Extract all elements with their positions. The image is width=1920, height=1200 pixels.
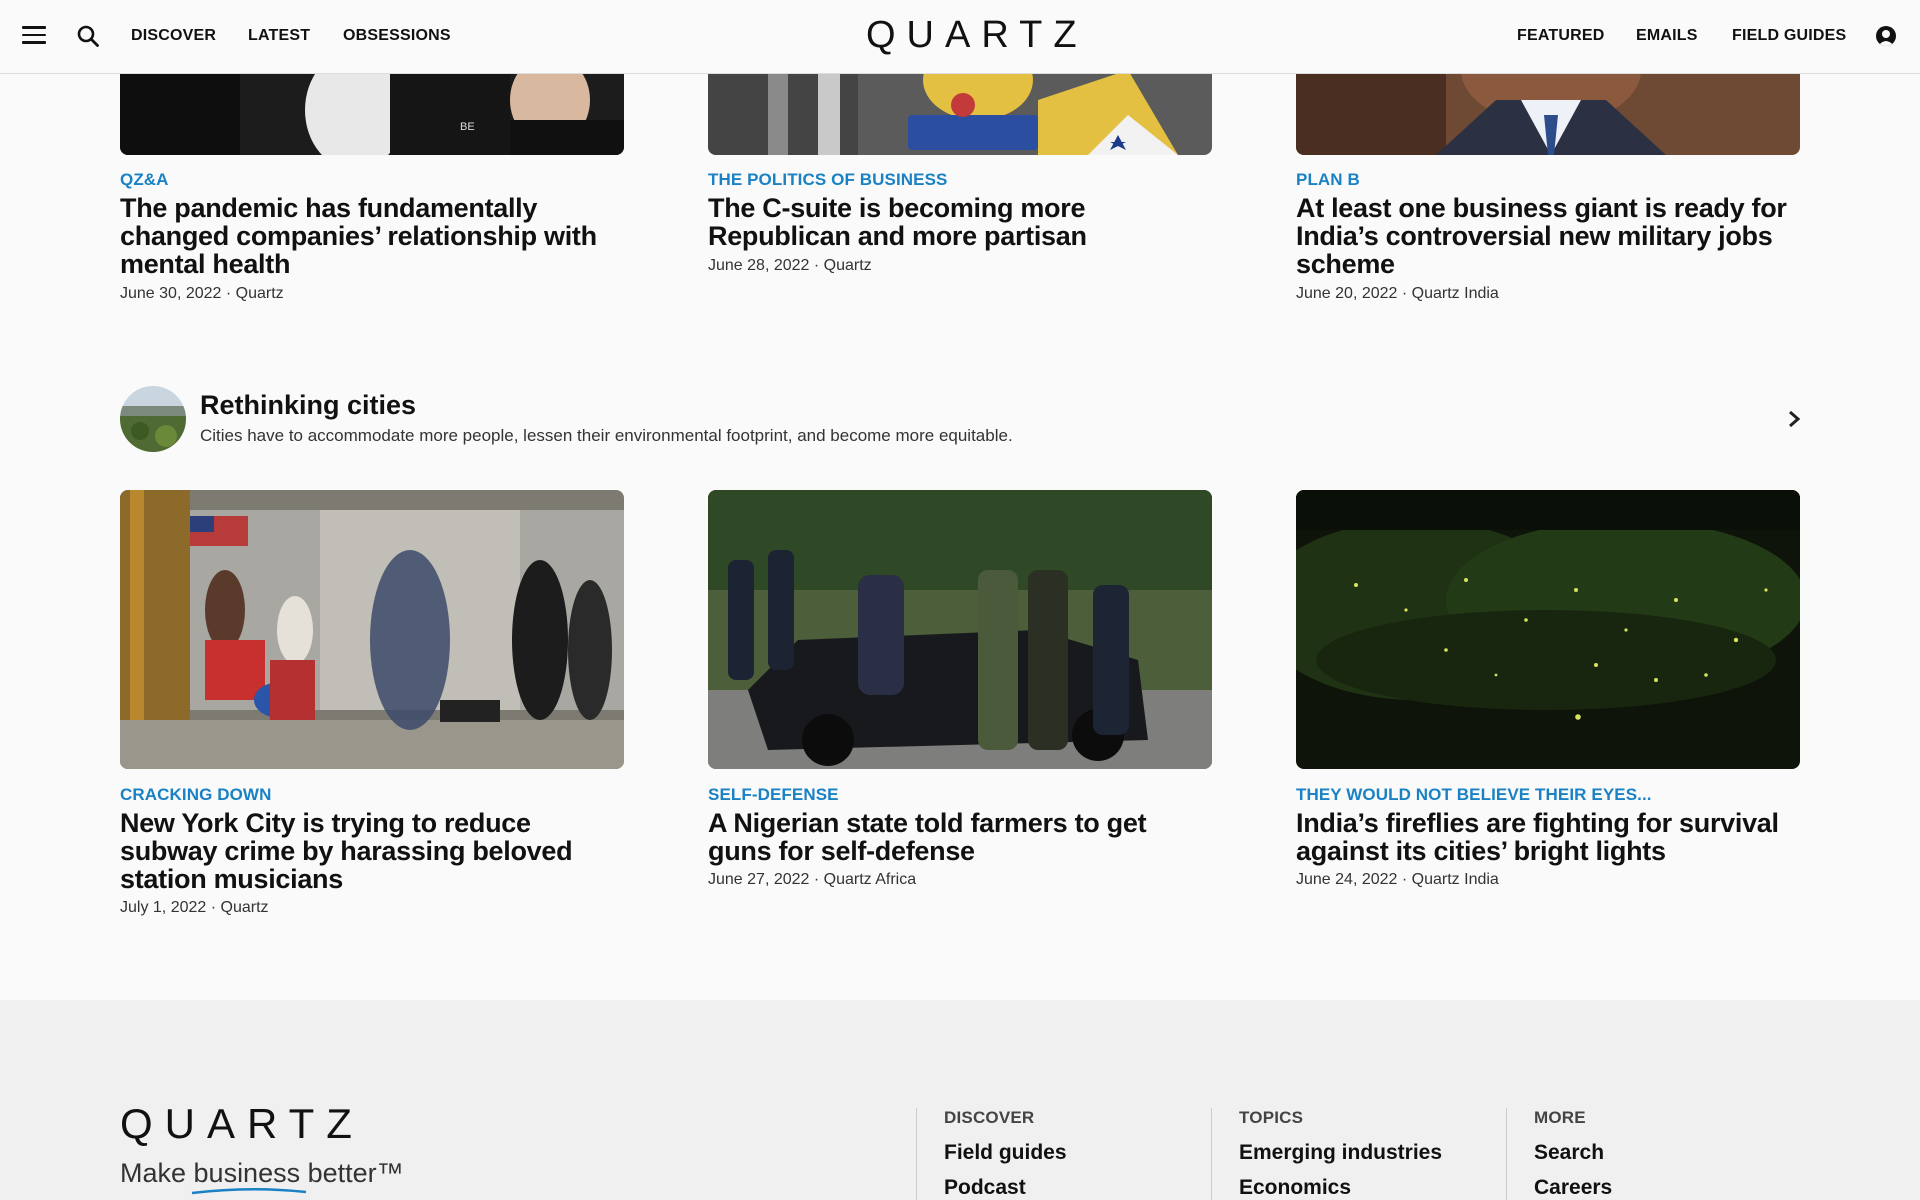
article-meta: June 30, 2022 · Quartz: [120, 285, 284, 303]
meta-separator: ·: [210, 899, 217, 916]
article-image-fireflies[interactable]: [1296, 490, 1800, 769]
nav-emails[interactable]: EMAILS: [1636, 27, 1698, 45]
tagline-word: business: [193, 1158, 301, 1188]
article-headline[interactable]: The C-suite is becoming more Republican …: [708, 194, 1208, 250]
user-icon[interactable]: [1876, 26, 1896, 46]
article-source: Quartz: [220, 899, 269, 916]
article-date: July 1, 2022: [120, 899, 207, 916]
footer-link[interactable]: Search: [1534, 1142, 1612, 1163]
footer-link[interactable]: Field guides: [944, 1142, 1067, 1163]
article-date: June 24, 2022: [1296, 871, 1398, 888]
search-icon[interactable]: [76, 24, 100, 48]
tagline-text: Make: [120, 1158, 194, 1188]
article-date: June 27, 2022: [708, 871, 810, 888]
meta-separator: ·: [225, 285, 232, 302]
nav-featured[interactable]: FEATURED: [1517, 27, 1605, 45]
article-kicker[interactable]: QZ&A: [120, 170, 169, 190]
footer-logo[interactable]: QUARTZ: [120, 1100, 364, 1148]
article-kicker[interactable]: THEY WOULD NOT BELIEVE THEIR EYES...: [1296, 785, 1652, 805]
chevron-right-icon[interactable]: [1784, 408, 1804, 430]
article-meta: June 24, 2022 · Quartz India: [1296, 871, 1499, 889]
article-headline[interactable]: At least one business giant is ready for…: [1296, 194, 1796, 278]
footer-link[interactable]: Podcast: [944, 1177, 1067, 1198]
footer-column-title: DISCOVER: [944, 1108, 1035, 1127]
article-image-c-suite[interactable]: [708, 60, 1212, 155]
top-navigation-bar: DISCOVER LATEST OBSESSIONS QUARTZ FEATUR…: [0, 0, 1920, 74]
obsession-avatar[interactable]: [120, 386, 186, 452]
footer-link[interactable]: Economics: [1239, 1177, 1442, 1198]
meta-separator: ·: [813, 871, 820, 888]
footer-column-topics: TOPICS Emerging industries Economics: [1211, 1108, 1442, 1200]
article-source: Quartz India: [1411, 871, 1499, 888]
footer-column-title: TOPICS: [1239, 1108, 1304, 1127]
article-meta: June 28, 2022 · Quartz: [708, 257, 872, 275]
footer-column-discover: DISCOVER Field guides Podcast: [916, 1108, 1067, 1200]
article-date: June 20, 2022: [1296, 285, 1398, 302]
article-meta: June 27, 2022 · Quartz Africa: [708, 871, 916, 889]
article-date: June 30, 2022: [120, 285, 222, 302]
article-headline[interactable]: New York City is trying to reduce subway…: [120, 809, 620, 893]
article-source: Quartz: [235, 285, 284, 302]
obsession-description: Cities have to accommodate more people, …: [200, 426, 1013, 445]
article-source: Quartz: [823, 257, 872, 274]
nav-discover[interactable]: DISCOVER: [131, 27, 216, 45]
article-image-subway-musicians[interactable]: [120, 490, 624, 769]
article-image-nigerian-police[interactable]: [708, 490, 1212, 769]
svg-text:BE: BE: [460, 121, 475, 133]
site-footer: QUARTZ Make business better™ DISCOVER Fi…: [0, 1000, 1920, 1200]
meta-separator: ·: [813, 257, 820, 274]
article-kicker[interactable]: THE POLITICS OF BUSINESS: [708, 170, 947, 190]
article-source: Quartz Africa: [823, 871, 917, 888]
footer-tagline: Make business better™: [120, 1158, 404, 1195]
footer-link[interactable]: Careers: [1534, 1177, 1612, 1198]
footer-column-more: MORE Search Careers: [1506, 1108, 1612, 1200]
article-image-military-jobs[interactable]: [1296, 60, 1800, 155]
underline-swoosh: [191, 1187, 306, 1195]
article-kicker[interactable]: PLAN B: [1296, 170, 1360, 190]
article-meta: June 20, 2022 · Quartz India: [1296, 285, 1499, 303]
nav-field-guides[interactable]: FIELD GUIDES: [1732, 27, 1846, 45]
menu-icon[interactable]: [22, 26, 46, 46]
article-headline[interactable]: A Nigerian state told farmers to get gun…: [708, 809, 1208, 865]
tagline-underlined-word: business: [191, 1158, 306, 1195]
footer-link[interactable]: Emerging industries: [1239, 1142, 1442, 1163]
obsession-title[interactable]: Rethinking cities: [200, 390, 416, 421]
nav-latest[interactable]: LATEST: [248, 27, 310, 45]
article-headline[interactable]: India’s fireflies are fighting for survi…: [1296, 809, 1796, 865]
article-headline[interactable]: The pandemic has fundamentally changed c…: [120, 194, 620, 278]
meta-separator: ·: [1401, 871, 1408, 888]
meta-separator: ·: [1401, 285, 1408, 302]
nav-obsessions[interactable]: OBSESSIONS: [343, 27, 451, 45]
article-kicker[interactable]: SELF-DEFENSE: [708, 785, 839, 805]
article-source: Quartz India: [1411, 285, 1499, 302]
article-kicker[interactable]: CRACKING DOWN: [120, 785, 271, 805]
quartz-logo[interactable]: QUARTZ: [866, 14, 1088, 57]
article-date: June 28, 2022: [708, 257, 810, 274]
article-meta: July 1, 2022 · Quartz: [120, 899, 269, 917]
footer-column-title: MORE: [1534, 1108, 1586, 1127]
article-image-mental-health[interactable]: BE: [120, 60, 624, 155]
tagline-text: better™: [300, 1158, 404, 1188]
